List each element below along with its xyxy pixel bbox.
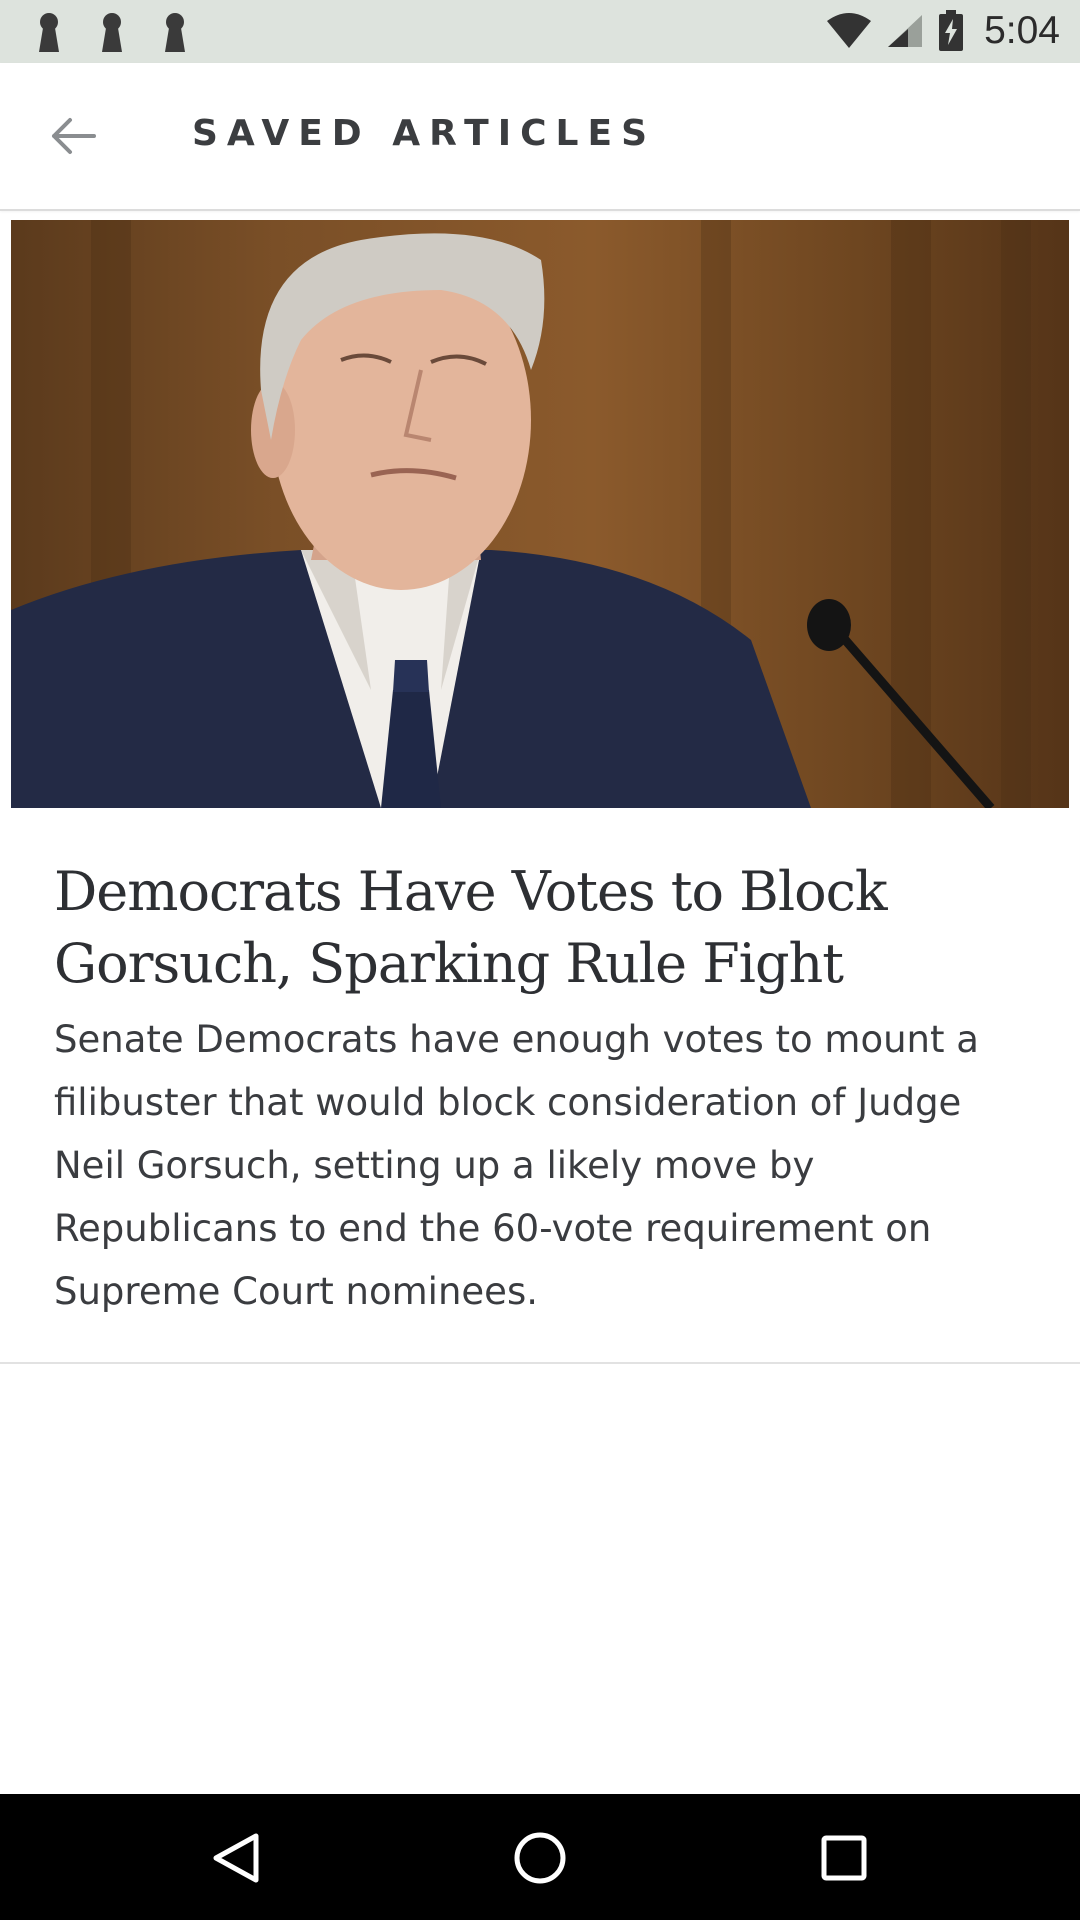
back-button[interactable] <box>40 103 106 169</box>
article-photo <box>11 220 1069 808</box>
recents-square-icon <box>821 1835 867 1881</box>
notification-keyhole-icon <box>39 13 59 52</box>
notification-keyhole-icon <box>102 13 122 52</box>
back-triangle-icon <box>213 1833 259 1883</box>
battery-charging-icon <box>939 10 964 51</box>
nav-back-button[interactable] <box>200 1822 272 1894</box>
page-title: SAVED ARTICLES <box>192 113 657 154</box>
article-summary: Senate Democrats have enough votes to mo… <box>54 1018 979 1313</box>
article-photo-illustration <box>11 220 1031 808</box>
system-nav-bar <box>0 1794 1080 1920</box>
nav-recents-button[interactable] <box>808 1822 880 1894</box>
notification-icons <box>34 12 190 52</box>
status-bar: 5:04 <box>0 0 1080 63</box>
notification-keyhole-icon <box>165 13 185 52</box>
app-bar: SAVED ARTICLES <box>0 63 1080 211</box>
cell-signal-icon <box>888 15 923 47</box>
home-circle-icon <box>514 1832 566 1884</box>
status-clock: 5:04 <box>984 9 1060 52</box>
nav-home-button[interactable] <box>504 1822 576 1894</box>
article-headline[interactable]: Democrats Have Votes to Block Gorsuch, S… <box>54 856 1014 1000</box>
wifi-icon <box>827 13 872 48</box>
arrow-left-icon <box>52 118 96 154</box>
system-status-icons: 5:04 <box>826 6 1060 56</box>
saved-article-card[interactable]: Democrats Have Votes to Block Gorsuch, S… <box>0 210 1080 1364</box>
